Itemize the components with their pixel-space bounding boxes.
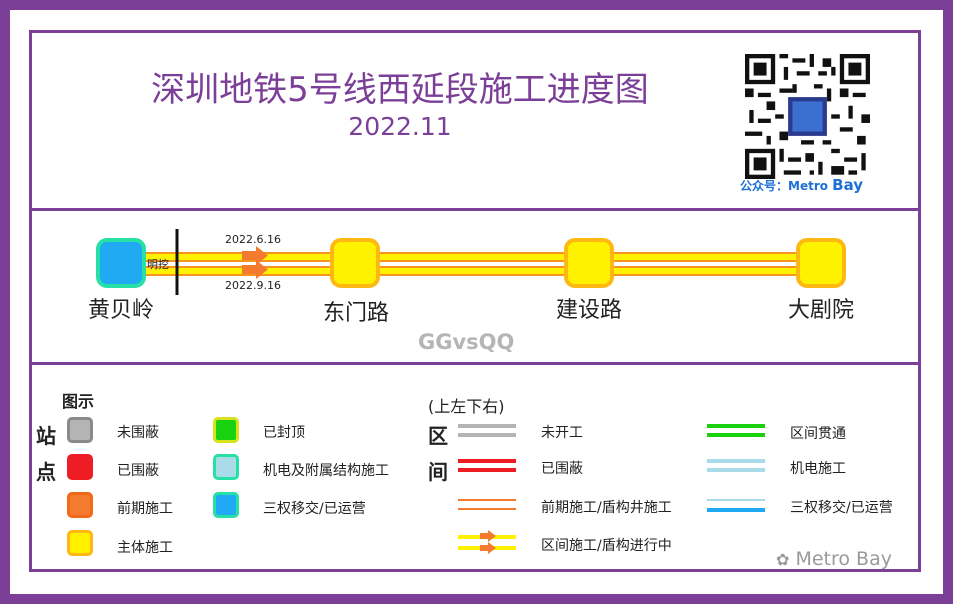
legend-label-section-handover: 三权移交/已运营 bbox=[790, 500, 893, 516]
legend-label-section-preliminary: 前期施工/盾构井施工 bbox=[541, 500, 672, 516]
legend-line-shield-in-progress bbox=[458, 530, 516, 554]
corner-watermark: ✿ Metro Bay bbox=[776, 548, 892, 570]
legend-line-breakthrough bbox=[707, 424, 765, 437]
wechat-icon: ✿ bbox=[776, 550, 790, 569]
legend-label-breakthrough: 区间贯通 bbox=[790, 426, 846, 442]
legend-label-not-started: 未开工 bbox=[541, 425, 583, 441]
legend-line-not-started bbox=[458, 424, 516, 437]
legend-line-mep bbox=[707, 459, 765, 472]
legend-line-preliminary bbox=[458, 499, 516, 510]
legend-label-section-enclosed: 已围蔽 bbox=[541, 461, 583, 477]
legend-label-shield-in-progress: 区间施工/盾构进行中 bbox=[541, 538, 672, 554]
legend-label-mep: 机电施工 bbox=[790, 461, 846, 477]
legend-line-enclosed bbox=[458, 459, 516, 472]
legend-line-handover bbox=[707, 499, 765, 512]
